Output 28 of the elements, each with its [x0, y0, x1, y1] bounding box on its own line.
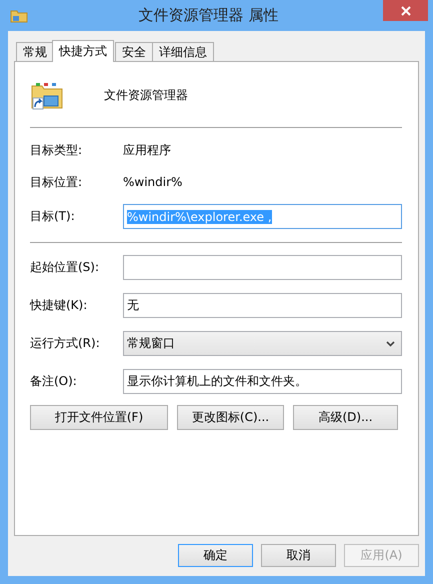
action-button[interactable]: 更改图标(C)...	[177, 405, 284, 430]
folder-icon	[10, 8, 28, 23]
field-label: 起始位置(S):	[30, 259, 100, 276]
tab[interactable]: 安全	[115, 42, 153, 61]
action-button[interactable]: 高级(D)...	[293, 405, 398, 430]
field-value: 应用程序	[123, 142, 171, 158]
action-button[interactable]: 打开文件位置(F)	[30, 405, 168, 430]
field-label: 目标类型:	[30, 142, 84, 158]
input-field[interactable]: 显示你计算机上的文件和文件夹。	[123, 369, 402, 394]
tab[interactable]: 快捷方式	[52, 40, 114, 62]
field-label: 目标(T):	[30, 208, 76, 225]
close-button[interactable]	[383, 0, 428, 21]
window-title: 文件资源管理器 属性	[138, 6, 280, 25]
app-name: 文件资源管理器	[104, 86, 188, 104]
field-label: 目标位置:	[30, 174, 84, 190]
input-field[interactable]: 无	[123, 293, 402, 318]
tab[interactable]: 详细信息	[152, 42, 214, 61]
field-label: 快捷键(K):	[30, 297, 88, 314]
input-field[interactable]	[123, 255, 402, 280]
dialog-button[interactable]: 确定	[178, 544, 253, 567]
dialog-button[interactable]: 取消	[261, 544, 336, 567]
chevron-down-icon	[386, 340, 395, 346]
field-value: %windir%	[123, 175, 182, 189]
field-label: 备注(O):	[30, 373, 78, 390]
dropdown[interactable]: 常规窗口	[123, 331, 402, 356]
close-icon	[400, 6, 410, 16]
tab[interactable]: 常规	[16, 42, 54, 61]
field-label: 运行方式(R):	[30, 335, 101, 352]
